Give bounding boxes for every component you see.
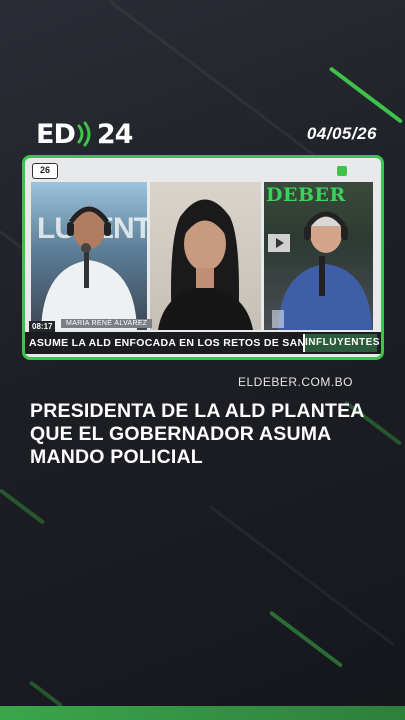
bg-diagonal-3: [209, 505, 395, 647]
source-url: ELDEBER.COM.BO: [237, 375, 353, 389]
ed24-logo: ED 24: [36, 118, 134, 150]
host-left-panel: LUYENTE: [31, 182, 147, 330]
headline-line-3: MANDO POLICIAL: [30, 446, 203, 468]
headline-line-2: QUE EL GOBERNADOR ASUMA: [30, 423, 332, 445]
accent-stripe-top: [328, 66, 404, 124]
show-name-tag: INFLUYENTES: [303, 334, 379, 352]
host-right-figure: [268, 211, 372, 330]
signal-waves-icon: [77, 121, 91, 147]
headline: PRESIDENTA DE LA ALD PLANTEA QUE EL GOBE…: [30, 400, 390, 469]
accent-stripe-bottom-right: [268, 610, 344, 668]
host-right-panel: DEBER: [264, 182, 373, 330]
logo-number-text: 24: [96, 118, 134, 150]
live-indicator-icon: [337, 166, 347, 176]
channel-badge: 26: [32, 163, 58, 179]
host-left-figure: [41, 206, 137, 330]
broadcast-time: 08:17: [29, 321, 56, 332]
guest-figure: [158, 199, 253, 330]
guest-panel: [150, 182, 261, 330]
bottom-accent-bar: [0, 706, 405, 720]
bg-diagonal-1: [109, 0, 319, 160]
publish-date: 04/05/26: [306, 124, 377, 143]
accent-stripe-left: [0, 488, 46, 525]
headline-line-1: PRESIDENTA DE LA ALD PLANTEA: [30, 400, 365, 422]
logo-ed-text: ED: [36, 118, 76, 150]
guest-name-plate: MARÍA RENÉ ÁLVAREZ: [61, 319, 153, 328]
video-thumbnail[interactable]: 26 LUYENTE DEBER: [22, 155, 384, 360]
accent-stripe-bottom-left: [28, 680, 64, 708]
